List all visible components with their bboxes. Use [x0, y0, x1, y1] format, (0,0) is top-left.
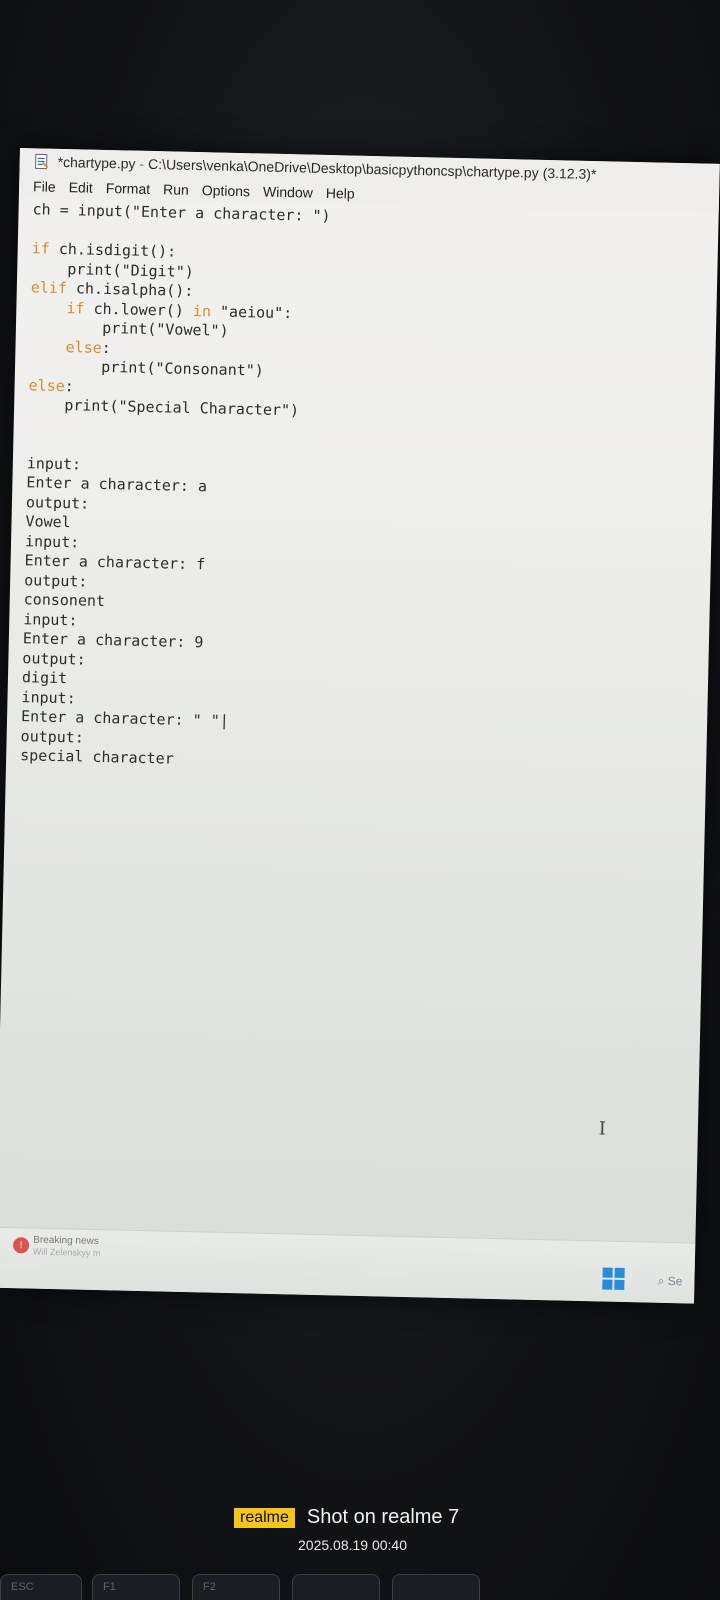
windows-start-icon[interactable]: [602, 1267, 625, 1291]
timestamp: 2025.08.19 00:40: [298, 1537, 407, 1553]
code-keyword: elif: [30, 278, 68, 298]
code-text: input:: [21, 687, 76, 707]
code-text: Enter a character: 9: [22, 629, 204, 652]
keyboard-strip: ESC F1 F2: [0, 1564, 720, 1600]
menu-options[interactable]: Options: [202, 182, 251, 199]
code-text: :: [64, 376, 74, 395]
code-text: ch.isdigit():: [49, 239, 177, 261]
key-f2: F2: [192, 1574, 280, 1600]
ibeam-cursor-icon: I: [598, 1118, 607, 1140]
taskbar-search[interactable]: ⌕ Se: [658, 1274, 683, 1290]
code-text: input:: [26, 453, 82, 473]
news-widget[interactable]: ! Breaking news Will Zelenskyy m: [12, 1234, 101, 1259]
code-editor[interactable]: ch = input("Enter a character: ") if ch.i…: [0, 198, 719, 1244]
news-alert-icon: !: [12, 1237, 30, 1254]
code-keyword: in: [192, 301, 212, 320]
menu-format[interactable]: Format: [106, 180, 151, 197]
search-icon: ⌕: [657, 1273, 665, 1288]
code-text: output:: [22, 648, 86, 669]
key-esc: ESC: [0, 1574, 82, 1600]
code-text: :: [101, 338, 111, 357]
camera-watermark: realme Shot on realme 7: [234, 1506, 459, 1529]
code-keyword: if: [66, 298, 85, 318]
brand-badge: realme: [234, 1507, 295, 1528]
key-f4: [392, 1574, 480, 1600]
search-hint: Se: [667, 1273, 683, 1289]
code-keyword: else: [28, 375, 65, 395]
code-keyword: if: [31, 239, 50, 258]
photo-background: *chartype.py - C:\Users\venka\OneDrive\D…: [0, 0, 720, 1600]
menu-file[interactable]: File: [33, 178, 56, 195]
menu-edit[interactable]: Edit: [69, 179, 93, 196]
code-text: ch.lower(): [84, 299, 194, 320]
menu-help[interactable]: Help: [326, 185, 355, 202]
code-text: output:: [20, 726, 85, 747]
code-text: Enter a character: f: [24, 551, 206, 574]
code-text: "aeiou":: [210, 301, 293, 322]
code-text: ch.isalpha():: [66, 279, 194, 300]
key-f1: F1: [92, 1574, 180, 1600]
code-text: print("Vowel"): [29, 317, 229, 340]
idle-file-icon: [35, 153, 49, 170]
news-subtitle: Will Zelenskyy m: [32, 1246, 101, 1259]
code-text: input:: [24, 531, 80, 551]
code-text: consonent: [23, 590, 106, 611]
window-title-version: (3.12.3)*: [542, 164, 597, 183]
menu-window[interactable]: Window: [263, 184, 313, 201]
window-title-path: C:\Users\venka\OneDrive\Desktop\basicpyt…: [147, 155, 539, 181]
code-text: output:: [25, 492, 90, 513]
window-title-file: *chartype.py: [57, 153, 136, 172]
code-text: digit: [21, 668, 68, 688]
menu-run[interactable]: Run: [163, 181, 189, 198]
window-title-separator: -: [139, 155, 145, 172]
code-text: Enter a character: a: [26, 473, 208, 496]
shot-on-text: Shot on realme 7: [306, 1506, 460, 1528]
monitor-screen: *chartype.py - C:\Users\venka\OneDrive\D…: [0, 148, 720, 1304]
code-text: special character: [20, 746, 174, 768]
code-text: output:: [24, 570, 88, 591]
code-text: print("Digit"): [31, 258, 195, 281]
code-text: Vowel: [25, 512, 71, 532]
key-f3: [292, 1574, 380, 1600]
code-keyword: else: [65, 337, 102, 357]
code-text: input:: [23, 609, 78, 629]
